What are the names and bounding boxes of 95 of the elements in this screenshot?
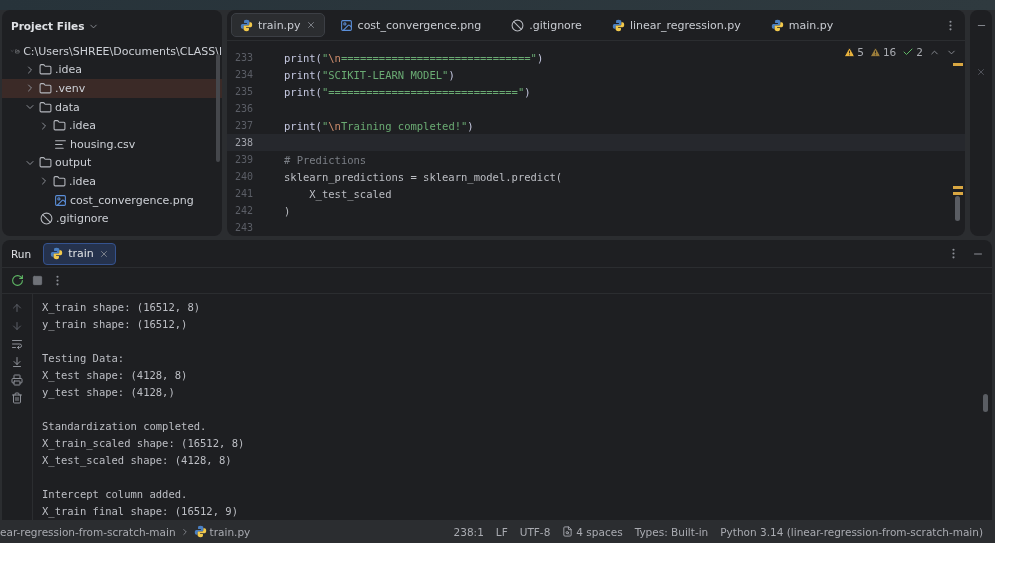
scrollbar[interactable] [955, 196, 960, 221]
check-icon [902, 46, 915, 58]
console-line: X_test_scaled shape: (4128, 8) [42, 453, 233, 469]
code-text: X_test_scaled [308, 187, 392, 200]
folder-icon [39, 63, 52, 77]
python-icon [50, 247, 64, 261]
tree-item[interactable]: data [2, 97, 222, 117]
tree-item[interactable]: output [2, 153, 222, 173]
tree-item[interactable]: .idea [2, 60, 222, 80]
line-number: 238 [233, 137, 253, 148]
ignore-icon [40, 212, 53, 226]
console-line: y_test shape: (4128,) [42, 385, 176, 401]
arrow-up-icon[interactable] [11, 302, 23, 314]
tree-item[interactable]: .venv [2, 79, 222, 98]
tree-item[interactable]: .idea [2, 172, 222, 191]
warning-icon [869, 46, 881, 58]
editor-tab[interactable]: main.py [761, 13, 843, 37]
code-text: ) [284, 204, 291, 217]
python-icon [240, 18, 253, 32]
panel-title[interactable]: Project Files [11, 20, 85, 32]
close-icon[interactable] [976, 67, 986, 77]
text-file-icon [54, 137, 67, 151]
line-number: 242 [233, 205, 253, 216]
code-text: print("\nTraining completed!") [284, 119, 474, 132]
folder-icon [39, 82, 52, 95]
folder-icon [53, 174, 66, 188]
editor-tab[interactable]: .gitignore [502, 13, 591, 37]
warning-marker[interactable] [953, 63, 963, 66]
tree-item[interactable]: cost_convergence.png [2, 190, 222, 210]
status-item[interactable]: UTF-8 [519, 525, 551, 538]
line-number: 236 [233, 103, 253, 114]
status-item[interactable]: 238:1 [453, 525, 484, 538]
status-item[interactable]: LF [495, 525, 508, 538]
line-number: 237 [233, 120, 253, 131]
warning-marker[interactable] [953, 186, 963, 189]
line-number: 235 [233, 86, 253, 97]
folder-icon [53, 119, 66, 133]
run-tab[interactable]: train [43, 242, 116, 265]
ignore-icon [511, 18, 525, 32]
warning-icon [844, 46, 856, 58]
code-text: print("\n==============================") [284, 51, 544, 64]
code-text: # Predictions [284, 153, 367, 166]
editor-tab[interactable]: cost_convergence.png [330, 13, 491, 37]
line-number: 241 [233, 188, 253, 199]
folder-icon [39, 156, 52, 170]
warning-marker[interactable] [953, 192, 963, 195]
line-number: 233 [233, 52, 253, 63]
trash-icon[interactable] [11, 392, 23, 404]
console-line: Testing Data: [42, 351, 126, 366]
line-number: 240 [233, 171, 253, 182]
image-icon [54, 193, 67, 207]
console-line: Intercept column added. [42, 487, 189, 502]
code-text: print("SCIKIT-LEARN MODEL") [284, 68, 455, 81]
wrap-icon[interactable] [11, 338, 23, 350]
python-icon [770, 18, 784, 32]
python-icon [611, 18, 625, 32]
console-line: X_train final shape: (16512, 9) [42, 504, 239, 520]
console-line: X_test shape: (4128, 8) [42, 368, 189, 384]
breadcrumb-item[interactable]: train.py [193, 525, 251, 538]
inspection-count[interactable]: 16 [869, 46, 897, 58]
line-number: 239 [233, 154, 253, 165]
tree-item[interactable]: C:\Users\SHREE\Documents\CLASS\l [2, 42, 222, 61]
stop-icon[interactable] [32, 275, 43, 287]
editor-tab[interactable]: train.py [231, 13, 325, 37]
status-item[interactable]: Types: Built-in [634, 525, 709, 538]
console-line: Standardization completed. [42, 419, 208, 434]
breadcrumb-item[interactable]: ear-regression-from-scratch-main [0, 525, 176, 538]
console-line: y_train shape: (16512,) [42, 317, 189, 333]
image-icon [339, 18, 353, 32]
line-number: 234 [233, 69, 253, 80]
console-line: X_train_scaled shape: (16512, 8) [42, 436, 246, 452]
code-text: print("==============================") [284, 85, 531, 98]
scrollbar[interactable] [216, 54, 220, 162]
scroll-to-end-icon[interactable] [11, 356, 23, 368]
inspection-count[interactable]: 5 [844, 46, 864, 58]
inspection-count[interactable]: 2 [902, 46, 923, 58]
folder-icon [39, 100, 52, 114]
panel-title[interactable]: Run [11, 247, 32, 260]
print-icon[interactable] [11, 374, 23, 386]
tree-item[interactable]: .gitignore [2, 209, 222, 228]
indent-icon [562, 526, 574, 537]
code-text: sklearn_predictions = sklearn_model.predict( [284, 170, 563, 183]
status-item[interactable]: Python 3.14 (linear-regression-from-scratch-main) [720, 525, 983, 538]
line-number: 243 [233, 222, 253, 233]
python-icon [193, 525, 207, 538]
editor-tab[interactable]: linear_regression.py [602, 13, 750, 37]
status-item[interactable]: 4 spaces [562, 525, 623, 538]
close-icon[interactable] [98, 248, 109, 259]
scrollbar[interactable] [983, 394, 988, 412]
rerun-icon[interactable] [11, 274, 24, 288]
tree-item[interactable]: housing.csv [2, 134, 222, 154]
arrow-down-icon[interactable] [11, 320, 23, 332]
tree-item[interactable]: .idea [2, 116, 222, 135]
console-line: X_train shape: (16512, 8) [42, 300, 202, 316]
close-icon[interactable] [305, 20, 316, 30]
